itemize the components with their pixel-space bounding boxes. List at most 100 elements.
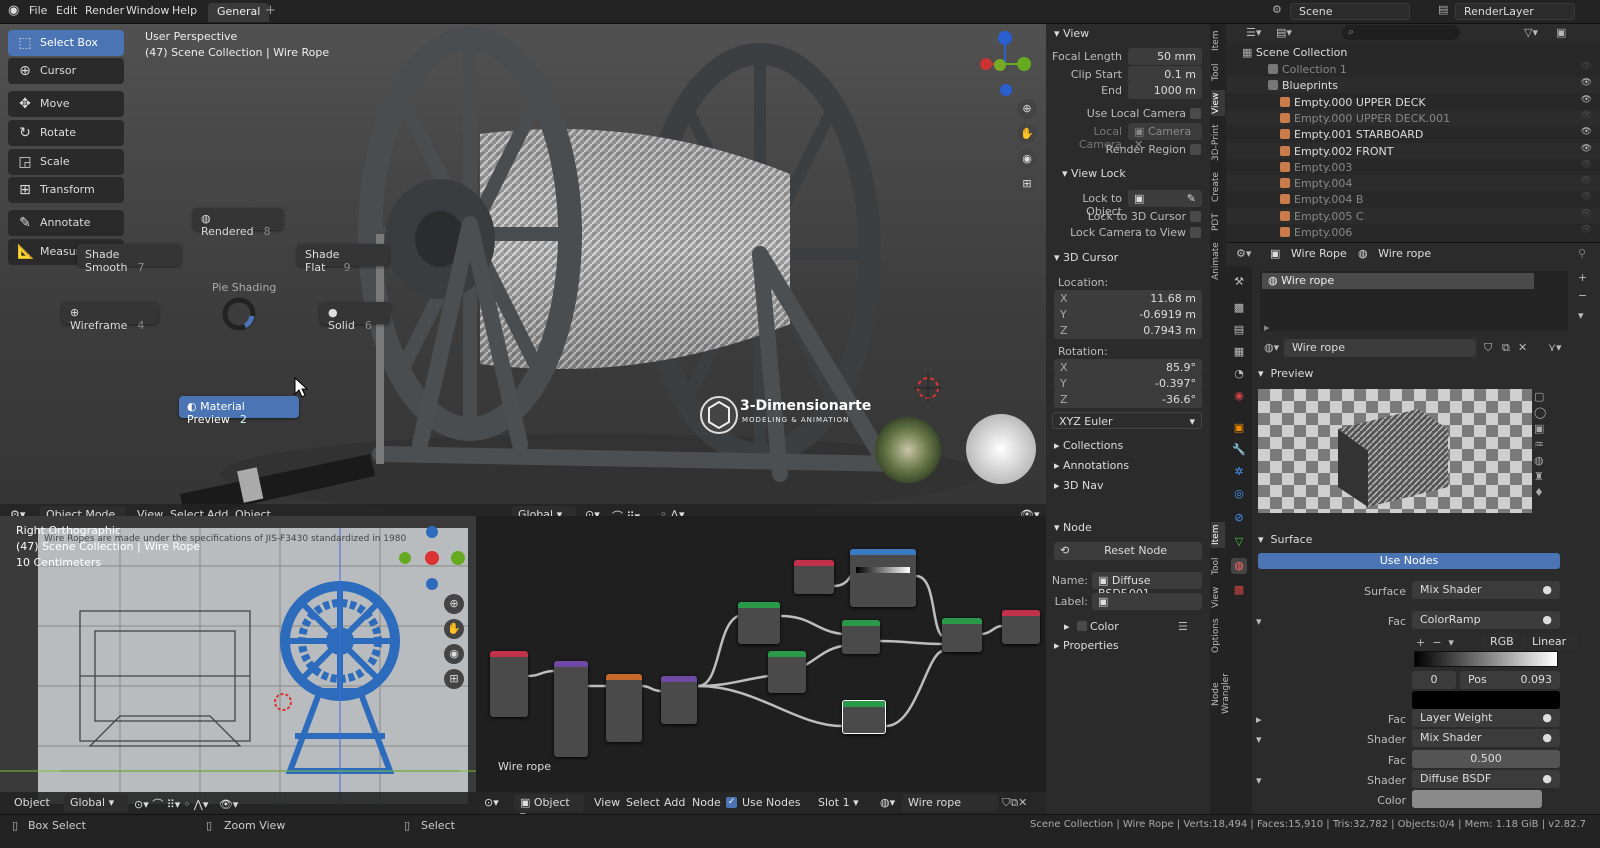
- tab-tool[interactable]: Tool: [1211, 60, 1225, 84]
- node-name-field[interactable]: ▣ Diffuse BSDF.001: [1092, 572, 1202, 600]
- fac-input-field[interactable]: ColorRamp ●: [1412, 611, 1560, 629]
- fac3-value-slider[interactable]: 0.500: [1412, 750, 1560, 768]
- ortho-grid-icon[interactable]: ⊞: [444, 669, 464, 689]
- node-material-browse-icon[interactable]: ◍▾: [880, 796, 895, 809]
- visibility-eye-icon[interactable]: 👁: [1581, 144, 1592, 154]
- lock-to-object-field[interactable]: ▣ ✎: [1128, 190, 1202, 207]
- cursor-rotation-y[interactable]: Y -0.397°: [1054, 375, 1202, 392]
- perspective-toggle-icon[interactable]: ⊞: [1017, 174, 1037, 194]
- ortho-snap-icons[interactable]: ⊙▾ ⌒ ⠿▾ ◦ ⋀▾ 👁▾: [134, 796, 238, 812]
- fake-user-icon[interactable]: ⛉: [1484, 341, 1492, 355]
- node-mapping[interactable]: [554, 661, 588, 757]
- properties-object-breadcrumb[interactable]: ▣ Wire Rope: [1270, 247, 1347, 260]
- pie-rendered-button[interactable]: ◍ Rendered 8: [193, 208, 283, 238]
- outliner-funnel-icon[interactable]: ▽▾: [1524, 26, 1538, 39]
- outliner-row[interactable]: Empty.004 B 👁: [1226, 191, 1600, 207]
- visibility-eye-icon[interactable]: 👁: [1581, 209, 1592, 219]
- ramp-interpolation-dropdown[interactable]: Linear ▾: [1528, 633, 1578, 661]
- pie-solid-button[interactable]: ● Solid 6: [320, 302, 390, 332]
- use-nodes-button[interactable]: Use Nodes: [1258, 553, 1560, 569]
- tab-3d-print[interactable]: 3D-Print: [1211, 122, 1225, 164]
- menu-help[interactable]: Help: [172, 4, 197, 17]
- visibility-eye-icon[interactable]: 👁: [1581, 160, 1592, 170]
- duplicate-material-icon[interactable]: ⧉: [1502, 341, 1510, 355]
- modifier-properties-icon[interactable]: 🔧: [1231, 442, 1247, 458]
- tool-transform[interactable]: ⊞ Transform: [8, 177, 124, 203]
- workspace-tab-general[interactable]: General: [208, 3, 270, 22]
- 3d-cursor-section-header[interactable]: ▾ 3D Cursor: [1046, 248, 1210, 268]
- node-add-menu[interactable]: Add: [664, 796, 685, 809]
- node-label-field[interactable]: ▣: [1092, 593, 1202, 610]
- node-node-menu[interactable]: Node: [692, 796, 721, 809]
- color-ramp-widget[interactable]: [1414, 651, 1558, 667]
- surface-section-header[interactable]: ▾ Surface: [1258, 533, 1312, 546]
- particles-properties-icon[interactable]: ✲: [1231, 464, 1247, 480]
- tool-cursor[interactable]: ⊕ Cursor: [8, 58, 124, 84]
- node-bump[interactable]: [661, 676, 697, 724]
- fac2-expand-icon[interactable]: ▸: [1256, 713, 1262, 726]
- node-properties-section-header[interactable]: ▸ Properties: [1046, 636, 1210, 656]
- ramp-stop-color-swatch[interactable]: [1412, 691, 1560, 709]
- expand-list-icon[interactable]: ▸: [1264, 321, 1270, 334]
- ramp-position-field[interactable]: Pos 0.093: [1460, 671, 1560, 689]
- outliner-row[interactable]: Empty.003 👁: [1226, 159, 1600, 175]
- physics-properties-icon[interactable]: ◎: [1231, 486, 1247, 502]
- output-properties-icon[interactable]: ▤: [1231, 322, 1247, 338]
- fac2-input-field[interactable]: Layer Weight ●: [1412, 709, 1560, 727]
- data-properties-icon[interactable]: ▽: [1231, 534, 1247, 550]
- remove-slot-icon[interactable]: −: [1578, 289, 1587, 302]
- rotation-mode-dropdown[interactable]: XYZ Euler ▾: [1052, 412, 1202, 429]
- node-editor-type-icon[interactable]: ⊙▾: [484, 796, 499, 809]
- 3d-viewport[interactable]: User Perspective (47) Scene Collection |…: [0, 24, 1046, 526]
- pie-wireframe-button[interactable]: ⊕ Wireframe 4: [62, 302, 158, 332]
- visibility-eye-icon[interactable]: 👁: [1581, 78, 1592, 88]
- ramp-stop-index-field[interactable]: 0: [1412, 671, 1456, 689]
- shader-input-field[interactable]: Mix Shader ●: [1412, 729, 1560, 747]
- lock-to-3d-cursor-checkbox[interactable]: [1190, 211, 1201, 222]
- view-layer-properties-icon[interactable]: ▦: [1231, 344, 1247, 360]
- annotations-section-header[interactable]: ▸ Annotations: [1046, 456, 1210, 476]
- outliner-row[interactable]: Empty.001 STARBOARD 👁: [1226, 126, 1600, 142]
- node-mix-shader-1[interactable]: [842, 620, 880, 654]
- node-shader-type-dropdown[interactable]: ▣ Object ▾: [514, 794, 584, 814]
- cursor-location-x[interactable]: X 11.68 m: [1054, 290, 1202, 307]
- render-layer-selector[interactable]: RenderLayer: [1455, 3, 1575, 20]
- ramp-color-mode-dropdown[interactable]: RGB ▾: [1482, 633, 1526, 661]
- world-properties-icon[interactable]: ◉: [1231, 388, 1247, 404]
- menu-render[interactable]: Render: [85, 4, 124, 17]
- use-local-camera-checkbox[interactable]: [1190, 108, 1201, 119]
- node-diffuse-bsdf[interactable]: [768, 651, 806, 693]
- tool-select-box[interactable]: ⬚ Select Box: [8, 30, 124, 56]
- texture-properties-icon[interactable]: ▩: [1231, 582, 1247, 598]
- blender-logo-icon[interactable]: ◉: [8, 3, 19, 18]
- shader2-expand-icon[interactable]: ▾: [1256, 774, 1262, 787]
- ortho-orientation-dropdown[interactable]: Global ▾: [64, 794, 128, 812]
- color-swatch[interactable]: [1412, 790, 1542, 808]
- use-nodes-checkbox[interactable]: ✓: [726, 797, 737, 808]
- node-color-ramp[interactable]: [850, 549, 916, 607]
- cursor-location-y[interactable]: Y -0.6919 m: [1054, 306, 1202, 323]
- cursor-location-z[interactable]: Z 0.7943 m: [1054, 322, 1202, 339]
- pie-material-preview-button[interactable]: ◐ Material Preview 2: [179, 396, 299, 426]
- tab-item[interactable]: Item: [1211, 28, 1225, 54]
- scene-selector[interactable]: Scene: [1290, 3, 1410, 20]
- add-slot-icon[interactable]: +: [1578, 271, 1587, 284]
- add-workspace-button[interactable]: +: [265, 3, 276, 18]
- scene-properties-icon[interactable]: ◔: [1231, 366, 1247, 382]
- menu-file[interactable]: File: [29, 4, 47, 17]
- collections-section-header[interactable]: ▸ Collections: [1046, 436, 1210, 456]
- node-tab-options[interactable]: Options: [1211, 616, 1225, 656]
- view-lock-section-header[interactable]: ▾ View Lock: [1046, 164, 1210, 184]
- render-properties-icon[interactable]: ▩: [1231, 300, 1247, 316]
- node-material-actions[interactable]: ⛉⧉✕: [1002, 796, 1027, 810]
- tool-scale[interactable]: ◲ Scale: [8, 149, 124, 175]
- tool-annotate[interactable]: ✎ Annotate: [8, 210, 124, 236]
- node-section-header[interactable]: ▾ Node: [1046, 518, 1210, 538]
- material-name-field[interactable]: Wire rope: [1284, 339, 1476, 357]
- orthographic-viewport[interactable]: Right Orthographic (47) Scene Collection…: [0, 516, 476, 814]
- outliner-filter-icon[interactable]: ▤▾: [1276, 26, 1292, 39]
- node-material-output[interactable]: [1002, 610, 1040, 644]
- menu-edit[interactable]: Edit: [56, 4, 77, 17]
- node-view-menu[interactable]: View: [594, 796, 620, 809]
- reset-node-button[interactable]: ⟲ Reset Node: [1054, 542, 1202, 560]
